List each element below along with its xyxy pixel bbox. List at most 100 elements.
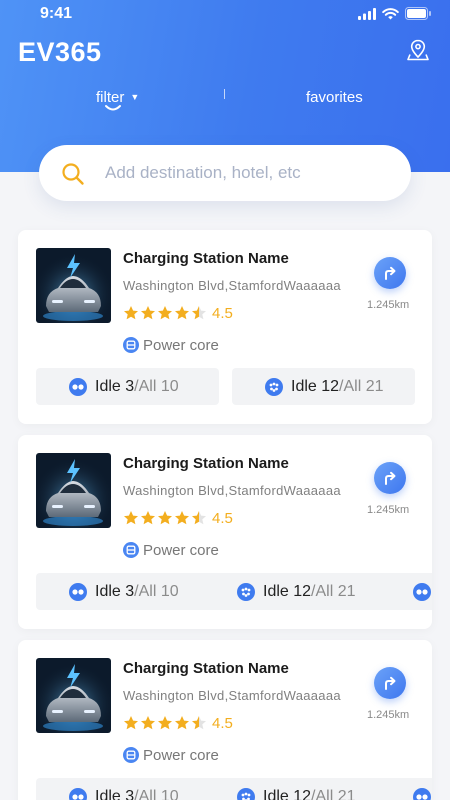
star-icon	[141, 511, 155, 525]
charger-count: Idle 3/All 10	[95, 378, 179, 396]
charger-count: Idle 12/All 21	[291, 378, 384, 396]
star-icon	[175, 511, 189, 525]
station-card[interactable]: Charging Station Name Washington Blvd,St…	[18, 435, 432, 629]
search-icon	[62, 163, 84, 185]
status-bar: 9:41	[0, 0, 450, 30]
station-card[interactable]: Charging Station Name Washington Blvd,St…	[18, 640, 432, 800]
search-input[interactable]	[105, 159, 395, 187]
navigate-button[interactable]	[374, 462, 406, 494]
charger-chip[interactable]: Idle 3/All 10	[380, 573, 432, 610]
charger-chip[interactable]: Idle 12/All 21	[204, 778, 387, 800]
turn-right-arrow-icon	[385, 471, 396, 485]
station-address: Washington Blvd,StamfordWaaaaaa	[123, 688, 341, 703]
turn-right-arrow-icon	[385, 676, 396, 690]
star-icon	[175, 306, 189, 320]
charger-count: Idle 3/All 10	[95, 583, 179, 601]
station-card[interactable]: Charging Station Name Washington Blvd,St…	[18, 230, 432, 424]
star-icon	[141, 716, 155, 730]
station-type-label: Power core	[143, 746, 219, 764]
rating-value: 4.5	[212, 510, 233, 527]
charger-chip[interactable]: Idle 3/All 10	[36, 573, 219, 610]
plug-icon	[265, 377, 283, 396]
rating-value: 4.5	[212, 715, 233, 732]
plug-icon	[69, 787, 87, 800]
star-rating	[123, 510, 207, 526]
charger-chip[interactable]: Idle 3/All 10	[36, 368, 219, 405]
power-core-icon	[123, 337, 139, 353]
power-core-icon	[123, 542, 139, 558]
distance: 1.245km	[367, 504, 410, 516]
tab-divider	[224, 89, 225, 99]
status-time: 9:41	[40, 5, 73, 22]
idle-count: Idle 12	[263, 787, 312, 800]
station-type-label: Power core	[143, 541, 219, 559]
plug-icon	[69, 377, 87, 396]
rating-value: 4.5	[212, 305, 233, 322]
star-icon	[158, 306, 172, 320]
station-address: Washington Blvd,StamfordWaaaaaa	[123, 483, 341, 498]
station-type-label: Power core	[143, 336, 219, 354]
charger-count: Idle 12/All 21	[263, 788, 356, 800]
wifi-icon	[382, 7, 399, 19]
star-icon	[158, 511, 172, 525]
plug-icon	[237, 582, 255, 601]
search-bar[interactable]	[39, 145, 411, 201]
star-icon	[124, 306, 138, 320]
plug-icon	[413, 582, 431, 601]
total-count: /All 10	[134, 377, 179, 395]
charger-chip[interactable]: Idle 3/All 10	[36, 778, 219, 800]
active-tab-indicator	[105, 105, 121, 111]
star-rating	[123, 715, 207, 731]
distance: 1.245km	[367, 709, 410, 721]
idle-count: Idle 3	[95, 582, 135, 600]
charger-chip[interactable]: Idle 12/All 21	[204, 573, 387, 610]
station-thumbnail	[36, 248, 111, 323]
caret-down-icon: ▼	[130, 92, 140, 102]
battery-icon	[405, 7, 431, 20]
station-type: Power core	[123, 746, 219, 764]
idle-count: Idle 3	[95, 787, 135, 800]
station-thumbnail	[36, 658, 111, 733]
station-type: Power core	[123, 336, 219, 354]
plug-icon	[237, 787, 255, 800]
charger-count: Idle 12/All 21	[263, 583, 356, 601]
status-icons	[358, 7, 432, 20]
station-name: Charging Station Name	[123, 250, 289, 267]
power-core-icon	[123, 747, 139, 763]
total-count: /All 10	[134, 582, 179, 600]
star-icon	[141, 306, 155, 320]
total-count: /All 21	[339, 377, 384, 395]
total-count: /All 10	[134, 787, 179, 800]
navigate-button[interactable]	[374, 257, 406, 289]
idle-count: Idle 3	[95, 377, 135, 395]
charger-chip[interactable]: Idle 12/All 21	[232, 368, 415, 405]
signal-icon	[358, 7, 376, 20]
star-icon	[124, 716, 138, 730]
idle-count: Idle 12	[291, 377, 340, 395]
station-type: Power core	[123, 541, 219, 559]
plug-icon	[413, 787, 431, 800]
total-count: /All 21	[311, 582, 356, 600]
distance: 1.245km	[367, 299, 410, 311]
app-title: EV365	[18, 37, 102, 67]
star-icon	[175, 716, 189, 730]
total-count: /All 21	[311, 787, 356, 800]
navigate-button[interactable]	[374, 667, 406, 699]
charger-chip[interactable]: Idle 3/All 10	[380, 778, 432, 800]
station-address: Washington Blvd,StamfordWaaaaaa	[123, 278, 341, 293]
idle-count: Idle 12	[263, 582, 312, 600]
turn-right-arrow-icon	[385, 266, 396, 280]
star-icon	[192, 716, 206, 730]
station-name: Charging Station Name	[123, 455, 289, 472]
plug-icon	[69, 582, 87, 601]
station-name: Charging Station Name	[123, 660, 289, 677]
star-icon	[192, 511, 206, 525]
star-rating	[123, 305, 207, 321]
star-icon	[124, 511, 138, 525]
star-icon	[158, 716, 172, 730]
tab-favorites[interactable]: favorites	[306, 89, 363, 106]
station-thumbnail	[36, 453, 111, 528]
map-pin-icon[interactable]	[406, 38, 430, 62]
star-icon	[192, 306, 206, 320]
charger-count: Idle 3/All 10	[95, 788, 179, 800]
